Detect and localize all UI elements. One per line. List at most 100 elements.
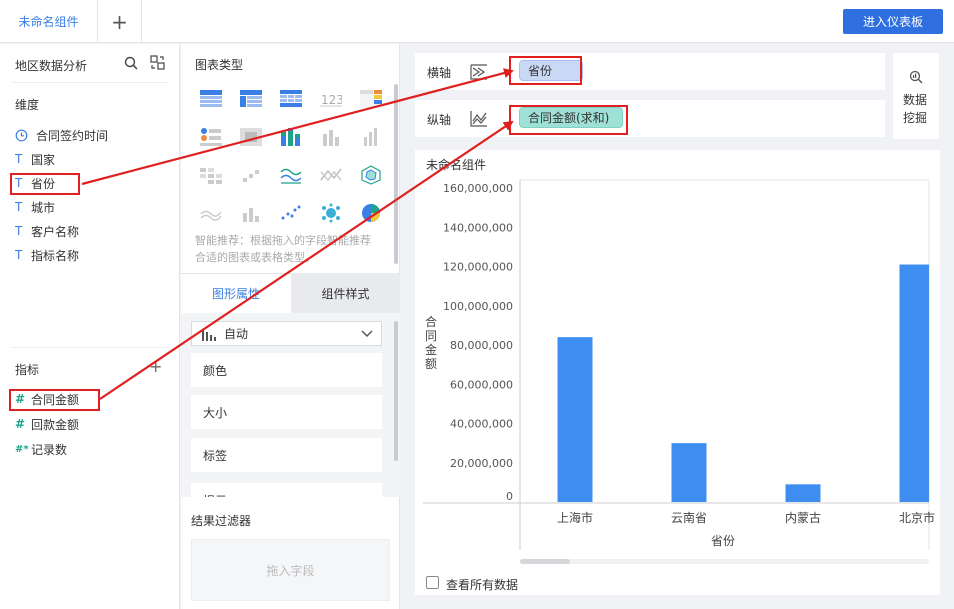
enter-dashboard-button[interactable]: 进入仪表板 — [843, 9, 943, 34]
kpi-number-type-icon[interactable]: 123 — [316, 86, 346, 112]
table-type-icon[interactable] — [196, 86, 226, 112]
line-area-type-icon[interactable] — [316, 162, 346, 188]
view-all-label: 查看所有数据 — [446, 578, 519, 592]
scatter-type-icon[interactable] — [276, 200, 306, 226]
text-type-icon: T — [15, 248, 23, 262]
color-property[interactable]: 颜色 — [191, 353, 382, 387]
field-indicator-name[interactable]: T 指标名称 — [15, 246, 79, 264]
property-tabs: 图形属性 组件样式 — [181, 273, 400, 313]
top-bar: 未命名组件 + 进入仪表板 — [0, 0, 954, 43]
pie-chart-type-icon[interactable] — [356, 200, 386, 226]
colored-table-type-icon[interactable] — [356, 86, 386, 112]
field-label: 客户名称 — [31, 224, 80, 239]
y-tick-label: 140,000,000 — [443, 221, 513, 234]
bar-chart-icon — [202, 328, 216, 341]
chart-editor: 横轴 省份 纵轴 合同金额(求和) 数据挖掘 未命名组件 0 20,000,000… — [401, 44, 954, 609]
stacked-bar-type-icon[interactable] — [276, 124, 306, 150]
y-tick-label: 0 — [506, 490, 513, 503]
text-type-icon: T — [15, 200, 23, 214]
cross-table-type-icon[interactable] — [236, 86, 266, 112]
y-tick-label: 120,000,000 — [443, 261, 513, 274]
chart-config-panel: 图表类型 123 智能推荐：根据拖入的字段智能推荐合适的图表或表格类型。 图形属… — [181, 44, 400, 609]
tab-component-style[interactable]: 组件样式 — [291, 273, 400, 313]
clock-icon — [15, 129, 28, 141]
field-customer[interactable]: T 客户名称 — [15, 222, 79, 240]
add-measure-button[interactable]: + — [149, 357, 162, 376]
chart-type-select[interactable]: 自动 — [191, 321, 382, 346]
switch-dataset-icon[interactable] — [150, 55, 165, 70]
field-country[interactable]: T 国家 — [15, 150, 55, 168]
bubble-type-icon[interactable] — [316, 200, 346, 226]
chart-types-title: 图表类型 — [195, 58, 244, 72]
divider — [12, 82, 168, 83]
bar — [557, 337, 593, 502]
scrollbar[interactable] — [394, 321, 398, 461]
divider — [12, 347, 168, 348]
y-tick-label: 160,000,000 — [443, 182, 513, 195]
add-tab-button[interactable]: + — [98, 0, 142, 43]
scatter-bar-type-icon[interactable] — [236, 162, 266, 188]
field-label: 国家 — [31, 152, 56, 167]
y-axis-label: 纵轴 — [427, 113, 452, 127]
tab-graphic-properties[interactable]: 图形属性 — [181, 273, 291, 313]
y-tick-label: 60,000,000 — [450, 378, 513, 391]
property-area: 自动 颜色 大小 标签 提示 — [181, 313, 400, 497]
scrollbar[interactable] — [394, 84, 398, 264]
field-record-count[interactable]: #* 记录数 — [15, 440, 67, 458]
bar-chart-type-icon[interactable] — [316, 124, 346, 150]
box-plot-type-icon[interactable] — [236, 200, 266, 226]
x-tick-label: 北京市 — [899, 510, 935, 525]
select-value: 自动 — [224, 327, 249, 341]
point-map-type-icon[interactable] — [196, 124, 226, 150]
bar-chart: 0 20,000,000 40,000,000 60,000,000 80,000,00… — [423, 179, 935, 564]
highlight-amount-box — [9, 389, 100, 411]
x-axis-icon — [470, 64, 487, 80]
filter-drop-zone[interactable]: 拖入字段 — [191, 539, 390, 601]
y-axis-title: 金 — [425, 342, 437, 357]
view-all-checkbox[interactable] — [426, 576, 439, 589]
field-label: 记录数 — [31, 442, 68, 457]
size-property[interactable]: 大小 — [191, 395, 382, 429]
smart-recommend-hint: 智能推荐：根据拖入的字段智能推荐合适的图表或表格类型。 — [195, 234, 371, 264]
label-property[interactable]: 标签 — [191, 438, 382, 472]
number-type-icon: #* — [15, 443, 29, 455]
highlight-y-pill-box — [509, 105, 628, 135]
detail-table-type-icon[interactable] — [276, 86, 306, 112]
field-contract-time[interactable]: 合同签约时间 — [15, 126, 108, 144]
area-chart-type-icon[interactable] — [196, 200, 226, 226]
chart-scrollbar[interactable] — [520, 559, 570, 564]
y-tick-label: 40,000,000 — [450, 418, 513, 431]
field-label: 合同签约时间 — [36, 128, 109, 143]
field-city[interactable]: T 城市 — [15, 198, 55, 216]
y-tick-label: 100,000,000 — [443, 300, 513, 313]
svg-text:123: 123 — [321, 93, 342, 107]
x-axis-label: 横轴 — [427, 66, 452, 80]
data-mining-button[interactable]: 数据挖掘 — [893, 53, 939, 139]
image-type-icon[interactable] — [236, 124, 266, 150]
result-filter-title: 结果过滤器 — [191, 514, 252, 528]
measure-section-label: 指标 — [15, 363, 40, 377]
bar — [785, 484, 821, 502]
y-axis-title: 额 — [425, 357, 437, 371]
y-axis-row: 纵轴 合同金额(求和) — [415, 100, 885, 137]
field-label: 城市 — [31, 200, 56, 215]
line-chart-type-icon[interactable] — [276, 162, 306, 188]
search-icon[interactable] — [124, 56, 138, 70]
y-tick-label: 20,000,000 — [450, 457, 513, 470]
dimension-section-label: 维度 — [15, 98, 40, 112]
number-type-icon: # — [15, 417, 26, 431]
radar-type-icon[interactable] — [356, 162, 386, 188]
grouped-bar-type-icon[interactable] — [356, 124, 386, 150]
tooltip-property[interactable]: 提示 — [191, 483, 382, 497]
bar — [899, 264, 929, 502]
field-payment-amount[interactable]: # 回款金额 — [15, 415, 79, 433]
heatmap-type-icon[interactable] — [196, 162, 226, 188]
field-label: 回款金额 — [31, 417, 80, 432]
tab-component[interactable]: 未命名组件 — [0, 0, 98, 43]
field-label: 指标名称 — [31, 248, 80, 263]
text-type-icon: T — [15, 224, 23, 238]
dataset-title: 地区数据分析 — [15, 59, 88, 73]
x-axis-title: 省份 — [711, 534, 735, 548]
data-mining-label: 数据挖掘 — [903, 93, 928, 125]
field-panel: 地区数据分析 维度 合同签约时间 T 国家 T 省份 T 城市 T 客户名称 T… — [0, 44, 180, 609]
